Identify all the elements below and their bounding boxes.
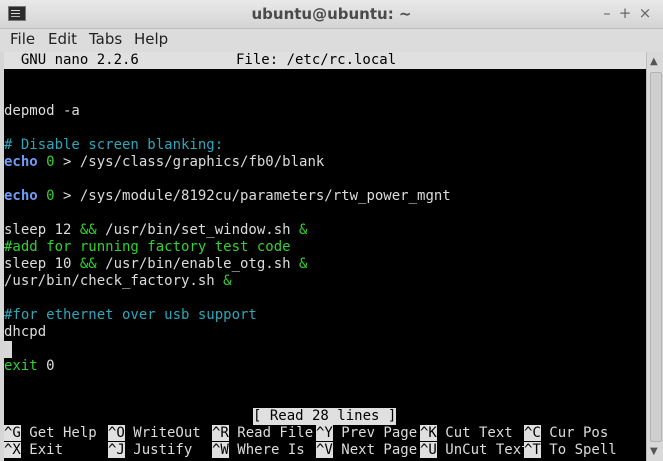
shortcut-label: Get Help [20, 425, 97, 441]
shortcut-label: Next Page [332, 442, 418, 458]
shortcut-justify[interactable]: ^J Justify [108, 442, 192, 459]
scroll-up-icon[interactable]: ▲ [650, 56, 658, 67]
shortcut-read-file[interactable]: ^R Read File [212, 425, 313, 442]
maximize-icon[interactable]: + [616, 4, 634, 22]
menu-bar: File Edit Tabs Help [0, 29, 663, 52]
menu-tabs[interactable]: Tabs [89, 30, 122, 48]
operator: & [299, 222, 308, 238]
shortcut-label: UnCut Text [436, 442, 530, 458]
shortcut-to-spell[interactable]: ^T To Spell [524, 442, 617, 459]
terminal-window: ubuntu@ubuntu: ~ – + × File Edit Tabs He… [0, 0, 663, 461]
shortcut-where-is[interactable]: ^W Where Is [212, 442, 305, 459]
minimize-icon[interactable]: – [598, 4, 616, 22]
code-text: /usr/bin/check_factory.sh [4, 273, 224, 289]
code-line: dhcpd [4, 324, 46, 341]
shortcut-key: ^V [316, 442, 333, 458]
code-line: sleep 10 && /usr/bin/enable_otg.sh & [4, 256, 307, 273]
code-text: > /sys/module/8192cu/parameters/rtw_powe… [63, 188, 451, 204]
comment-text: # Disable screen blanking: [4, 137, 224, 153]
shortcut-key: ^R [212, 425, 229, 441]
scrollbar-thumb[interactable] [650, 72, 662, 442]
shortcut-uncut-text[interactable]: ^U UnCut Text [420, 442, 530, 459]
window-title: ubuntu@ubuntu: ~ [251, 5, 412, 23]
shortcut-label: Cut Text [436, 425, 513, 441]
keyword: echo [4, 154, 38, 170]
code-text: > /sys/class/graphics/fb0/blank [63, 154, 325, 170]
shortcut-cur-pos[interactable]: ^C Cur Pos [524, 425, 608, 442]
shortcut-next-page[interactable]: ^V Next Page [316, 442, 417, 459]
shortcut-label: Where Is [228, 442, 305, 458]
shortcut-label: Cur Pos [540, 425, 609, 441]
shortcut-key: ^O [108, 425, 125, 441]
menu-edit[interactable]: Edit [48, 30, 77, 48]
code-line: #add for running factory test code [4, 239, 291, 256]
shortcut-key: ^U [420, 442, 437, 458]
status-message: [ Read 28 lines ] [253, 408, 397, 425]
shortcut-key: ^X [4, 442, 21, 458]
code-text: /usr/bin/set_window.sh [96, 222, 300, 238]
code-line: echo 0 > /sys/class/graphics/fb0/blank [4, 154, 324, 171]
shortcut-key: ^Y [316, 425, 333, 441]
nano-version: GNU nano 2.2.6 [4, 52, 139, 68]
shortcut-label: WriteOut [124, 425, 201, 441]
code-line: depmod -a [4, 103, 80, 120]
shortcut-key: ^C [524, 425, 541, 441]
operator: & [299, 256, 308, 272]
comment-text: #for ethernet over usb support [4, 307, 257, 323]
code-text: dhcpd [4, 324, 47, 340]
shortcut-label: Prev Page [332, 425, 418, 441]
cursor-line [4, 341, 12, 358]
nano-header: GNU nano 2.2.6 File: /etc/rc.local [4, 52, 646, 69]
code-line: sleep 12 && /usr/bin/set_window.sh & [4, 222, 307, 239]
code-line: /usr/bin/check_factory.sh & [4, 273, 232, 290]
shortcut-exit[interactable]: ^X Exit [4, 442, 63, 459]
shortcut-get-help[interactable]: ^G Get Help [4, 425, 97, 442]
operator: && [79, 222, 97, 238]
shortcut-key: ^W [212, 442, 229, 458]
vertical-scrollbar[interactable]: ▲ ▼ [646, 52, 663, 461]
code-text: depmod -a [4, 103, 80, 119]
code-line: # Disable screen blanking: [4, 137, 223, 154]
shortcut-label: To Spell [540, 442, 617, 458]
keyword: echo [4, 188, 38, 204]
code-line: #for ethernet over usb support [4, 307, 257, 324]
title-bar[interactable]: ubuntu@ubuntu: ~ – + × [0, 0, 663, 29]
operator: & [223, 273, 232, 289]
scroll-down-icon[interactable]: ▼ [650, 446, 658, 457]
nano-filename: File: /etc/rc.local [236, 52, 397, 68]
number: 0 [37, 358, 55, 374]
code-text: sleep 12 [4, 222, 80, 238]
shortcut-key: ^J [108, 442, 125, 458]
shortcut-label: Exit [20, 442, 64, 458]
shortcut-label: Justify [124, 442, 193, 458]
shortcut-key: ^K [420, 425, 437, 441]
shortcut-cut-text[interactable]: ^K Cut Text [420, 425, 513, 442]
number: 0 [37, 188, 64, 204]
code-line: echo 0 > /sys/module/8192cu/parameters/r… [4, 188, 451, 205]
menu-file[interactable]: File [10, 30, 35, 48]
shortcut-key: ^G [4, 425, 21, 441]
shortcut-key: ^T [524, 442, 541, 458]
code-line: exit 0 [4, 358, 55, 375]
keyword: exit [4, 358, 38, 374]
text-cursor [4, 341, 12, 358]
terminal-area[interactable]: GNU nano 2.2.6 File: /etc/rc.local depmod… [4, 52, 646, 461]
menu-help[interactable]: Help [134, 30, 168, 48]
shortcut-prev-page[interactable]: ^Y Prev Page [316, 425, 417, 442]
shortcut-writeout[interactable]: ^O WriteOut [108, 425, 201, 442]
operator: && [79, 256, 97, 272]
code-text: sleep 10 [4, 256, 80, 272]
code-text: /usr/bin/enable_otg.sh [96, 256, 300, 272]
number: 0 [37, 154, 64, 170]
comment-text: #add for running factory test code [4, 239, 291, 255]
close-icon[interactable]: × [636, 4, 654, 22]
shortcut-label: Read File [228, 425, 314, 441]
